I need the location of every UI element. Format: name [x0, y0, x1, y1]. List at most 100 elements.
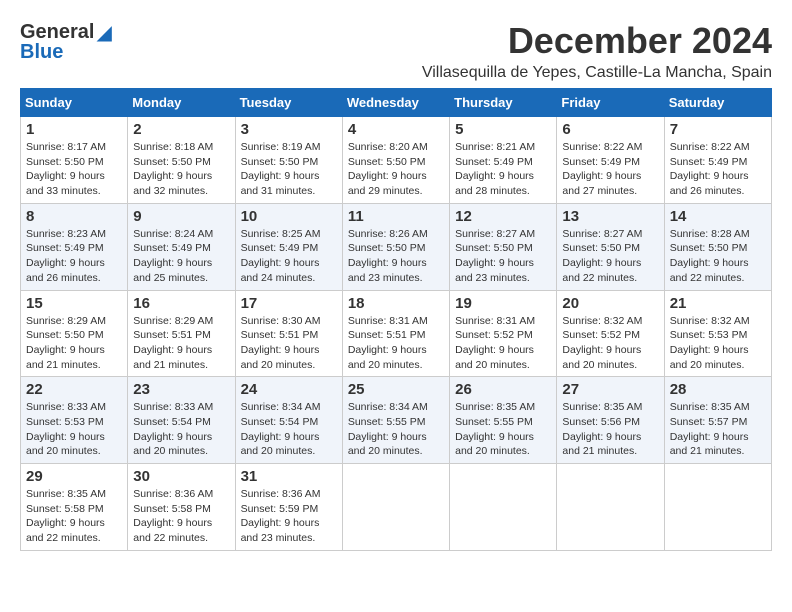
month-title: December 2024 [422, 20, 772, 62]
day-number: 15 [26, 295, 122, 312]
header-saturday: Saturday [664, 89, 771, 117]
day-info: Sunrise: 8:33 AM Sunset: 5:54 PM Dayligh… [133, 400, 229, 459]
day-number: 30 [133, 468, 229, 485]
logo: General ◢ Blue [20, 20, 112, 64]
day-info: Sunrise: 8:36 AM Sunset: 5:59 PM Dayligh… [241, 487, 337, 546]
day-info: Sunrise: 8:20 AM Sunset: 5:50 PM Dayligh… [348, 140, 444, 199]
calendar-day-cell: 4 Sunrise: 8:20 AM Sunset: 5:50 PM Dayli… [342, 117, 449, 204]
logo-blue-text: Blue [20, 41, 63, 64]
day-number: 20 [562, 295, 658, 312]
calendar-week-row: 1 Sunrise: 8:17 AM Sunset: 5:50 PM Dayli… [21, 117, 772, 204]
calendar-week-row: 15 Sunrise: 8:29 AM Sunset: 5:50 PM Dayl… [21, 290, 772, 377]
day-number: 28 [670, 381, 766, 398]
day-number: 16 [133, 295, 229, 312]
logo-bird-icon: ◢ [96, 20, 111, 45]
day-info: Sunrise: 8:28 AM Sunset: 5:50 PM Dayligh… [670, 227, 766, 286]
page-header: General ◢ Blue December 2024 Villasequil… [20, 20, 772, 82]
day-number: 7 [670, 121, 766, 138]
day-info: Sunrise: 8:24 AM Sunset: 5:49 PM Dayligh… [133, 227, 229, 286]
calendar-week-row: 22 Sunrise: 8:33 AM Sunset: 5:53 PM Dayl… [21, 377, 772, 464]
calendar-day-cell: 23 Sunrise: 8:33 AM Sunset: 5:54 PM Dayl… [128, 377, 235, 464]
calendar-day-cell: 27 Sunrise: 8:35 AM Sunset: 5:56 PM Dayl… [557, 377, 664, 464]
empty-cell [342, 464, 449, 551]
day-number: 27 [562, 381, 658, 398]
calendar-day-cell: 11 Sunrise: 8:26 AM Sunset: 5:50 PM Dayl… [342, 203, 449, 290]
day-info: Sunrise: 8:34 AM Sunset: 5:55 PM Dayligh… [348, 400, 444, 459]
day-info: Sunrise: 8:26 AM Sunset: 5:50 PM Dayligh… [348, 227, 444, 286]
day-number: 2 [133, 121, 229, 138]
title-section: December 2024 Villasequilla de Yepes, Ca… [422, 20, 772, 82]
day-number: 31 [241, 468, 337, 485]
day-number: 26 [455, 381, 551, 398]
calendar-day-cell: 28 Sunrise: 8:35 AM Sunset: 5:57 PM Dayl… [664, 377, 771, 464]
day-number: 25 [348, 381, 444, 398]
day-number: 17 [241, 295, 337, 312]
day-info: Sunrise: 8:22 AM Sunset: 5:49 PM Dayligh… [670, 140, 766, 199]
day-number: 29 [26, 468, 122, 485]
header-wednesday: Wednesday [342, 89, 449, 117]
calendar-day-cell: 16 Sunrise: 8:29 AM Sunset: 5:51 PM Dayl… [128, 290, 235, 377]
calendar-day-cell: 1 Sunrise: 8:17 AM Sunset: 5:50 PM Dayli… [21, 117, 128, 204]
day-number: 10 [241, 208, 337, 225]
day-info: Sunrise: 8:32 AM Sunset: 5:53 PM Dayligh… [670, 314, 766, 373]
day-info: Sunrise: 8:27 AM Sunset: 5:50 PM Dayligh… [455, 227, 551, 286]
day-info: Sunrise: 8:31 AM Sunset: 5:51 PM Dayligh… [348, 314, 444, 373]
day-number: 4 [348, 121, 444, 138]
day-number: 21 [670, 295, 766, 312]
calendar-day-cell: 30 Sunrise: 8:36 AM Sunset: 5:58 PM Dayl… [128, 464, 235, 551]
header-thursday: Thursday [450, 89, 557, 117]
calendar-day-cell: 18 Sunrise: 8:31 AM Sunset: 5:51 PM Dayl… [342, 290, 449, 377]
calendar-day-cell: 13 Sunrise: 8:27 AM Sunset: 5:50 PM Dayl… [557, 203, 664, 290]
day-info: Sunrise: 8:33 AM Sunset: 5:53 PM Dayligh… [26, 400, 122, 459]
day-info: Sunrise: 8:35 AM Sunset: 5:56 PM Dayligh… [562, 400, 658, 459]
calendar-day-cell: 25 Sunrise: 8:34 AM Sunset: 5:55 PM Dayl… [342, 377, 449, 464]
calendar-day-cell: 22 Sunrise: 8:33 AM Sunset: 5:53 PM Dayl… [21, 377, 128, 464]
day-number: 13 [562, 208, 658, 225]
calendar-day-cell: 31 Sunrise: 8:36 AM Sunset: 5:59 PM Dayl… [235, 464, 342, 551]
calendar-day-cell: 2 Sunrise: 8:18 AM Sunset: 5:50 PM Dayli… [128, 117, 235, 204]
weekday-header-row: Sunday Monday Tuesday Wednesday Thursday… [21, 89, 772, 117]
day-number: 6 [562, 121, 658, 138]
day-info: Sunrise: 8:35 AM Sunset: 5:58 PM Dayligh… [26, 487, 122, 546]
day-info: Sunrise: 8:25 AM Sunset: 5:49 PM Dayligh… [241, 227, 337, 286]
day-info: Sunrise: 8:35 AM Sunset: 5:55 PM Dayligh… [455, 400, 551, 459]
calendar-day-cell: 8 Sunrise: 8:23 AM Sunset: 5:49 PM Dayli… [21, 203, 128, 290]
day-info: Sunrise: 8:31 AM Sunset: 5:52 PM Dayligh… [455, 314, 551, 373]
day-number: 23 [133, 381, 229, 398]
day-number: 19 [455, 295, 551, 312]
calendar-day-cell: 17 Sunrise: 8:30 AM Sunset: 5:51 PM Dayl… [235, 290, 342, 377]
calendar-day-cell: 15 Sunrise: 8:29 AM Sunset: 5:50 PM Dayl… [21, 290, 128, 377]
calendar-day-cell: 20 Sunrise: 8:32 AM Sunset: 5:52 PM Dayl… [557, 290, 664, 377]
calendar-table: Sunday Monday Tuesday Wednesday Thursday… [20, 88, 772, 551]
calendar-day-cell: 10 Sunrise: 8:25 AM Sunset: 5:49 PM Dayl… [235, 203, 342, 290]
day-info: Sunrise: 8:19 AM Sunset: 5:50 PM Dayligh… [241, 140, 337, 199]
day-info: Sunrise: 8:32 AM Sunset: 5:52 PM Dayligh… [562, 314, 658, 373]
day-number: 22 [26, 381, 122, 398]
empty-cell [557, 464, 664, 551]
day-info: Sunrise: 8:29 AM Sunset: 5:50 PM Dayligh… [26, 314, 122, 373]
day-info: Sunrise: 8:35 AM Sunset: 5:57 PM Dayligh… [670, 400, 766, 459]
day-info: Sunrise: 8:21 AM Sunset: 5:49 PM Dayligh… [455, 140, 551, 199]
day-info: Sunrise: 8:18 AM Sunset: 5:50 PM Dayligh… [133, 140, 229, 199]
day-number: 3 [241, 121, 337, 138]
calendar-day-cell: 3 Sunrise: 8:19 AM Sunset: 5:50 PM Dayli… [235, 117, 342, 204]
day-number: 24 [241, 381, 337, 398]
calendar-day-cell: 6 Sunrise: 8:22 AM Sunset: 5:49 PM Dayli… [557, 117, 664, 204]
day-number: 8 [26, 208, 122, 225]
day-info: Sunrise: 8:29 AM Sunset: 5:51 PM Dayligh… [133, 314, 229, 373]
header-tuesday: Tuesday [235, 89, 342, 117]
day-info: Sunrise: 8:17 AM Sunset: 5:50 PM Dayligh… [26, 140, 122, 199]
day-number: 18 [348, 295, 444, 312]
day-number: 11 [348, 208, 444, 225]
calendar-day-cell: 19 Sunrise: 8:31 AM Sunset: 5:52 PM Dayl… [450, 290, 557, 377]
day-info: Sunrise: 8:36 AM Sunset: 5:58 PM Dayligh… [133, 487, 229, 546]
calendar-day-cell: 5 Sunrise: 8:21 AM Sunset: 5:49 PM Dayli… [450, 117, 557, 204]
day-info: Sunrise: 8:27 AM Sunset: 5:50 PM Dayligh… [562, 227, 658, 286]
day-number: 5 [455, 121, 551, 138]
calendar-week-row: 8 Sunrise: 8:23 AM Sunset: 5:49 PM Dayli… [21, 203, 772, 290]
day-info: Sunrise: 8:30 AM Sunset: 5:51 PM Dayligh… [241, 314, 337, 373]
header-friday: Friday [557, 89, 664, 117]
calendar-day-cell: 12 Sunrise: 8:27 AM Sunset: 5:50 PM Dayl… [450, 203, 557, 290]
empty-cell [450, 464, 557, 551]
calendar-day-cell: 7 Sunrise: 8:22 AM Sunset: 5:49 PM Dayli… [664, 117, 771, 204]
